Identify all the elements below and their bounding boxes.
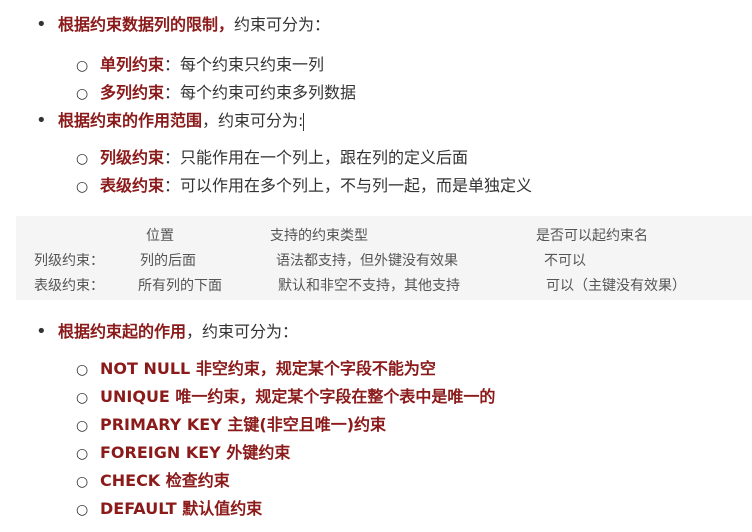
constraint-item: NOT NULL 非空约束，规定某个字段不能为空: [100, 359, 436, 378]
table-row-label: 表级约束：: [34, 278, 104, 294]
list-item: ○ 多列约束：每个约束可约束多列数据: [76, 82, 356, 105]
item-term: 多列约束: [100, 83, 165, 102]
table-header: 位置: [146, 228, 174, 244]
list-item: ○ PRIMARY KEY 主键(非空且唯一)约束: [76, 414, 386, 437]
bullet-circle-icon: ○: [76, 179, 89, 195]
table-header: 是否可以起约束名: [536, 228, 648, 244]
section1-lead: 根据约束数据列的限制，: [58, 15, 235, 34]
item-desc: 只能作用在一个列上，跟在列的定义后面: [180, 148, 469, 167]
constraint-item: DEFAULT 默认值约束: [100, 499, 263, 518]
list-item: ○ NOT NULL 非空约束，规定某个字段不能为空: [76, 358, 436, 381]
section2-rest: ，约束可分为:: [202, 111, 304, 130]
bullet-circle-icon: ○: [76, 418, 89, 434]
list-item: ○ CHECK 检查约束: [76, 470, 230, 493]
item-term: 单列约束: [100, 55, 165, 74]
bullet-circle-icon: ○: [76, 86, 89, 102]
table-cell: 语法都支持，但外键没有效果: [276, 253, 458, 269]
text-cursor: [303, 112, 305, 131]
bullet-disc-icon: •: [36, 14, 47, 35]
list-item: ○ UNIQUE 唯一约束，规定某个字段在整个表中是唯一的: [76, 386, 495, 409]
table-row-label: 列级约束：: [34, 253, 104, 269]
bullet-circle-icon: ○: [76, 474, 89, 490]
list-item: ○ 单列约束：每个约束只约束一列: [76, 54, 324, 77]
table-cell: 列的后面: [140, 253, 196, 269]
bullet-circle-icon: ○: [76, 390, 89, 406]
section2-heading: • 根据约束的作用范围，约束可分为:: [36, 110, 305, 132]
table-cell: 所有列的下面: [138, 278, 222, 294]
section3-lead: 根据约束起的作用: [58, 322, 187, 341]
constraint-item: CHECK 检查约束: [100, 471, 230, 490]
table-cell: 可以（主键没有效果）: [546, 278, 686, 294]
list-item: ○ 表级约束：可以作用在多个列上，不与列一起，而是单独定义: [76, 175, 532, 198]
bullet-circle-icon: ○: [76, 502, 89, 518]
constraint-item: UNIQUE 唯一约束，规定某个字段在整个表中是唯一的: [100, 387, 496, 406]
table-header: 支持的约束类型: [270, 228, 368, 244]
item-desc: 可以作用在多个列上，不与列一起，而是单独定义: [180, 176, 533, 195]
item-desc: 每个约束可约束多列数据: [180, 83, 357, 102]
item-term: 表级约束: [100, 176, 165, 195]
section2-lead: 根据约束的作用范围: [58, 111, 203, 130]
bullet-circle-icon: ○: [76, 58, 89, 74]
section1-heading: • 根据约束数据列的限制，约束可分为：: [36, 14, 330, 36]
table-cell: 默认和非空不支持，其他支持: [278, 278, 460, 294]
bullet-disc-icon: •: [36, 321, 47, 342]
item-term: 列级约束: [100, 148, 165, 167]
section3-heading: • 根据约束起的作用，约束可分为：: [36, 321, 298, 343]
table-cell: 不可以: [544, 253, 586, 269]
section1-rest: 约束可分为：: [234, 15, 331, 34]
bullet-disc-icon: •: [36, 110, 47, 131]
item-desc: 每个约束只约束一列: [180, 55, 325, 74]
list-item: ○ 列级约束：只能作用在一个列上，跟在列的定义后面: [76, 147, 468, 170]
constraint-item: FOREIGN KEY 外键约束: [100, 443, 291, 462]
section3-rest: ，约束可分为：: [186, 322, 299, 341]
constraint-item: PRIMARY KEY 主键(非空且唯一)约束: [100, 415, 387, 434]
bullet-circle-icon: ○: [76, 446, 89, 462]
constraint-table-block: 位置 支持的约束类型 是否可以起约束名 列级约束： 列的后面 语法都支持，但外键…: [16, 216, 752, 300]
bullet-circle-icon: ○: [76, 151, 89, 167]
list-item: ○ FOREIGN KEY 外键约束: [76, 442, 290, 465]
bullet-circle-icon: ○: [76, 362, 89, 378]
list-item: ○ DEFAULT 默认值约束: [76, 498, 262, 521]
